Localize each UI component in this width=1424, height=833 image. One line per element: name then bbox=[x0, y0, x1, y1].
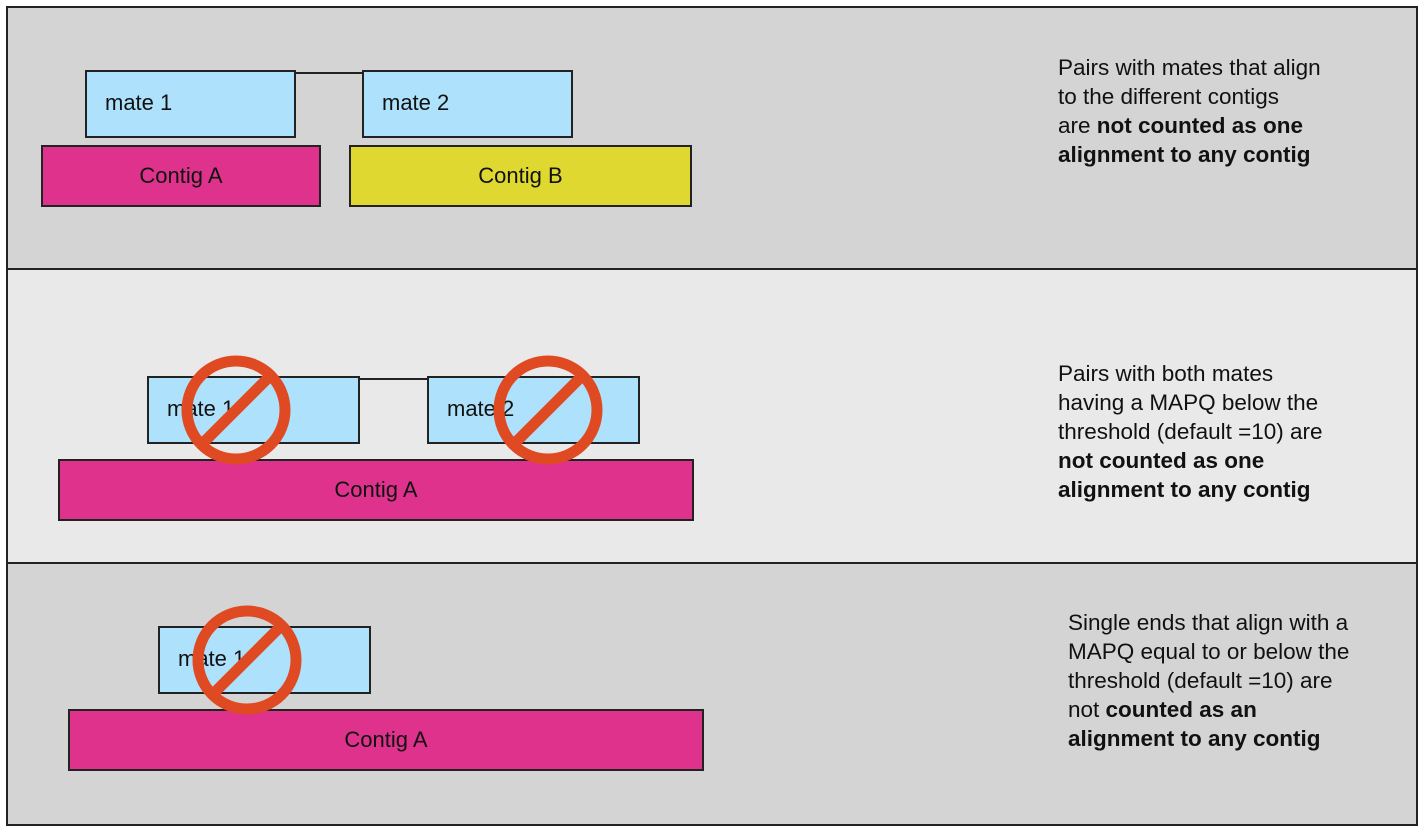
contig-b-label: Contig B bbox=[478, 163, 563, 188]
contig-b: Contig B bbox=[349, 145, 692, 207]
panel-3-description: Single ends that align with a MAPQ equal… bbox=[1068, 610, 1350, 751]
no-entry-icon bbox=[493, 355, 603, 465]
contig-a-label: Contig A bbox=[344, 727, 428, 752]
panel-both-mates-low-mapq: mate 1 mate 2 Contig A Pairs with both m… bbox=[6, 268, 1418, 564]
panel-1-description: Pairs with mates that align to the diffe… bbox=[1058, 55, 1321, 167]
contig-a: Contig A bbox=[41, 145, 321, 207]
mate-pair-link bbox=[294, 72, 364, 74]
no-entry-icon bbox=[181, 355, 291, 465]
mate-2-read: mate 2 bbox=[362, 70, 573, 138]
panel-2-description: Pairs with both mates having a MAPQ belo… bbox=[1058, 361, 1323, 502]
contig-a-label: Contig A bbox=[334, 477, 418, 502]
contig-a: Contig A bbox=[58, 459, 694, 521]
panel-single-end-low-mapq: mate 1 Contig A Single ends that align w… bbox=[6, 562, 1418, 826]
mate-1-label: mate 1 bbox=[105, 90, 173, 115]
contig-a-label: Contig A bbox=[139, 163, 223, 188]
no-entry-icon bbox=[192, 605, 302, 715]
mate-2-label: mate 2 bbox=[382, 90, 450, 115]
contig-a: Contig A bbox=[68, 709, 704, 771]
mate-pair-link bbox=[358, 378, 430, 380]
mate-1-read: mate 1 bbox=[85, 70, 296, 138]
panel-mates-different-contigs: mate 1 mate 2 Contig A Contig B Pairs wi… bbox=[6, 6, 1418, 270]
